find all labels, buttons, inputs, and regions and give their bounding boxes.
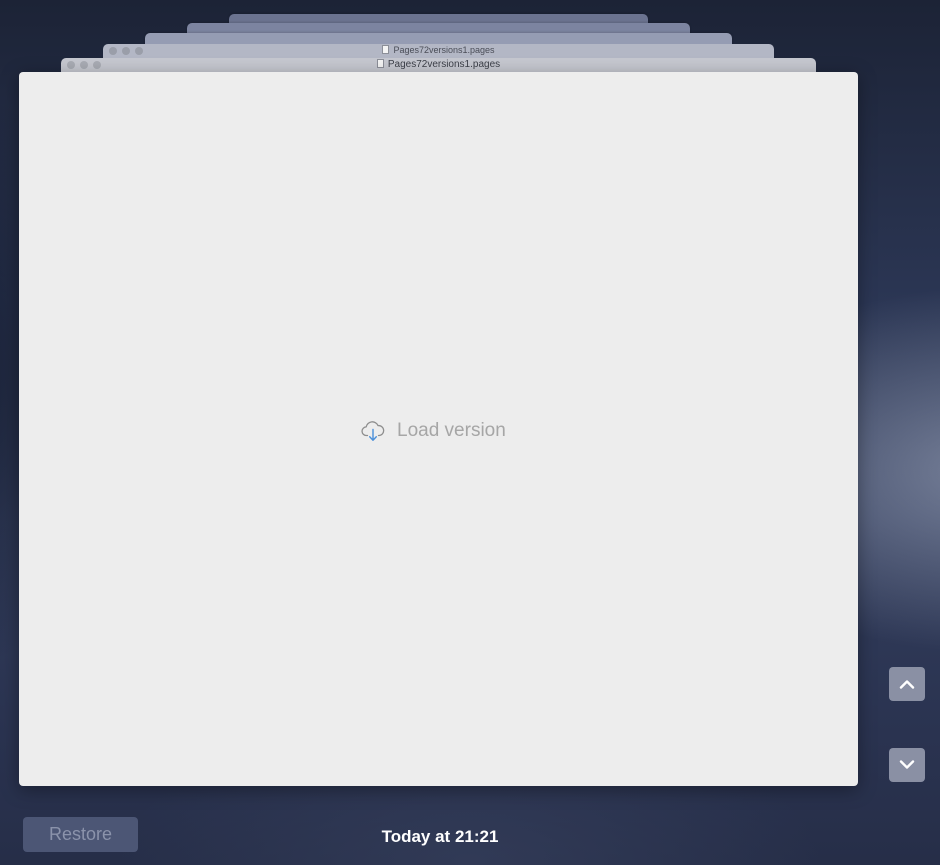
load-version-label: Load version — [397, 420, 506, 441]
version-timestamp: Today at 21:21 — [381, 827, 499, 846]
document-icon — [382, 45, 390, 54]
window-titlebar: Pages72versions1.pages — [103, 44, 774, 58]
chevron-up-icon — [899, 680, 915, 689]
document-icon — [376, 59, 384, 68]
window-title-text: Pages72versions1.pages — [393, 45, 495, 55]
window-title: Pages72versions1.pages — [103, 45, 774, 55]
restore-button[interactable]: Restore — [23, 817, 138, 852]
window-title-text: Pages72versions1.pages — [387, 59, 501, 70]
chevron-down-icon — [899, 760, 915, 769]
cloud-download-icon — [361, 420, 385, 442]
window-titlebar: Pages72versions1.pages — [61, 58, 816, 72]
window-title: Pages72versions1.pages — [61, 59, 816, 70]
load-version-link[interactable]: Load version — [361, 420, 506, 442]
current-version-window[interactable]: Load version — [19, 72, 858, 786]
next-version-button[interactable] — [889, 748, 925, 782]
previous-version-button[interactable] — [889, 667, 925, 701]
